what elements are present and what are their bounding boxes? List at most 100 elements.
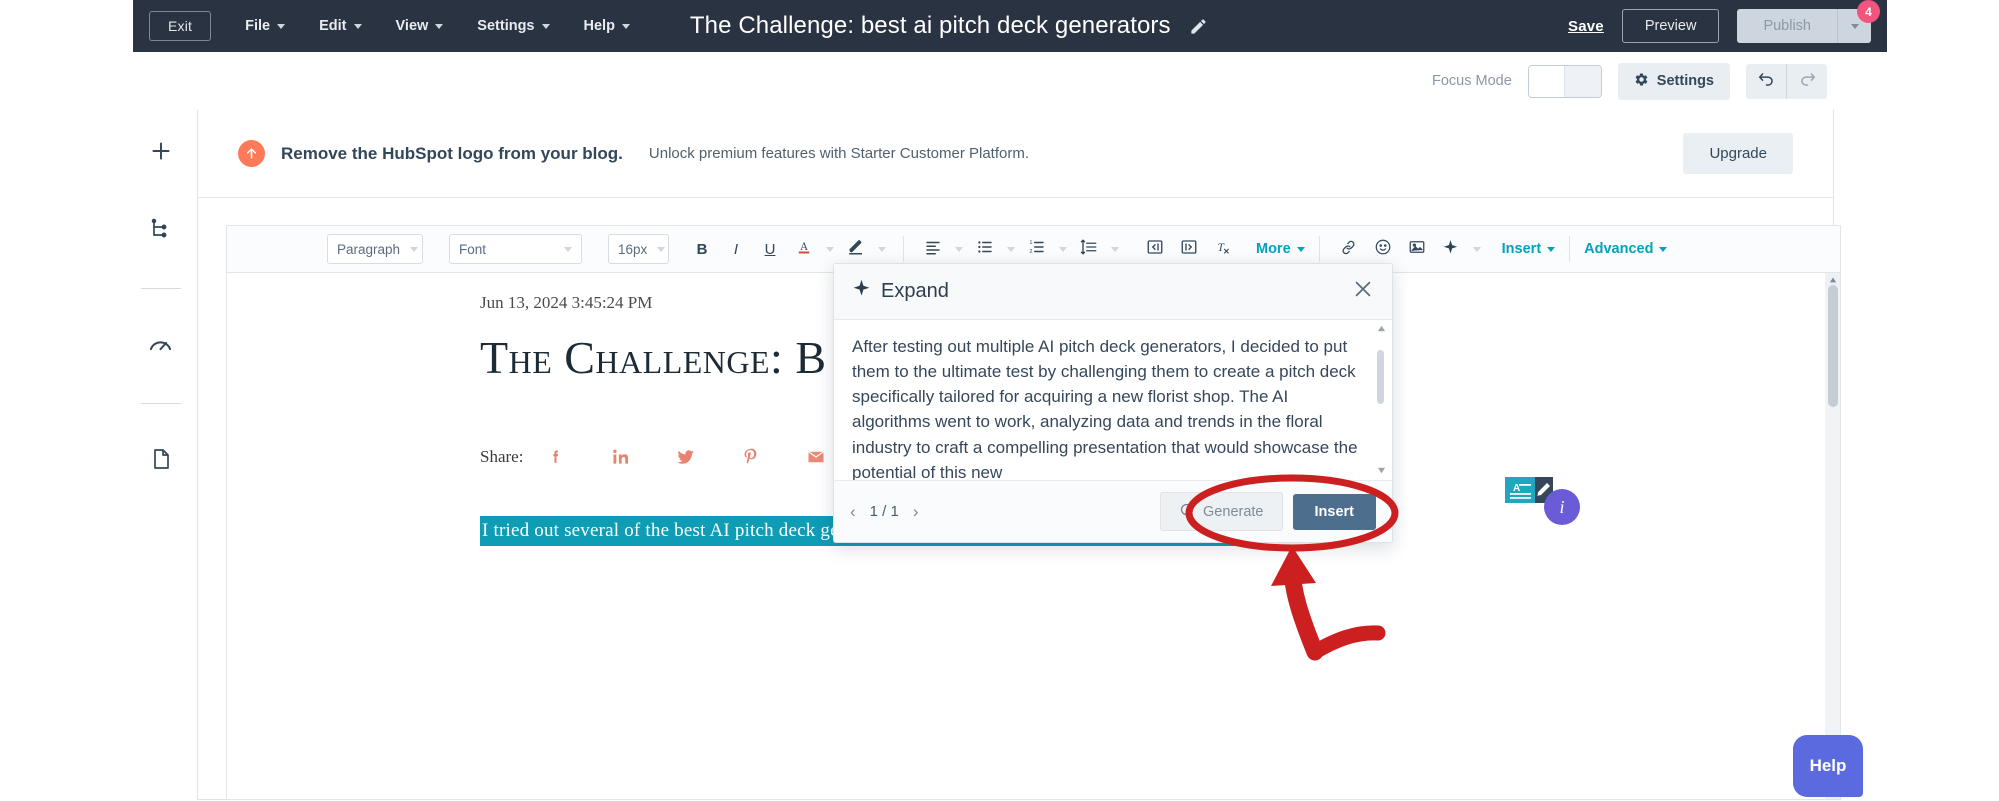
menu-help[interactable]: Help <box>584 18 630 34</box>
text-color-icon: A <box>795 238 813 260</box>
chevron-down-icon <box>1007 246 1015 252</box>
link-icon <box>1340 239 1357 260</box>
close-icon[interactable] <box>1352 278 1374 305</box>
upgrade-button[interactable]: Upgrade <box>1683 133 1793 174</box>
publish-group: Publish 4 <box>1737 0 1880 43</box>
ai-dropdown[interactable] <box>1470 246 1484 252</box>
paragraph-style-value: Paragraph <box>337 241 401 257</box>
align-left-icon <box>924 238 942 260</box>
chevron-down-icon <box>353 23 362 29</box>
settings-button-label: Settings <box>1656 73 1714 89</box>
clear-formatting-button[interactable]: T <box>1208 234 1238 264</box>
exit-button[interactable]: Exit <box>149 11 212 41</box>
ai-button[interactable] <box>1436 234 1466 264</box>
sidebar-item-optimize[interactable] <box>141 325 181 367</box>
bold-icon: B <box>696 240 708 258</box>
insert-button[interactable]: Insert <box>1292 493 1376 530</box>
scrollbar-thumb[interactable] <box>1828 285 1838 407</box>
chevron-down-icon <box>277 23 286 29</box>
chevron-left-icon[interactable]: ‹ <box>850 502 856 522</box>
menu-edit[interactable]: Edit <box>319 18 362 34</box>
outdent-button[interactable] <box>1140 234 1170 264</box>
bulleted-list-dropdown[interactable] <box>1004 246 1018 252</box>
sidebar-item-add[interactable] <box>141 132 181 174</box>
menu-settings-label: Settings <box>477 18 535 34</box>
save-button[interactable]: Save <box>1568 18 1604 35</box>
indent-button[interactable] <box>1174 234 1204 264</box>
align-button[interactable] <box>918 234 948 264</box>
twitter-icon[interactable] <box>653 447 718 467</box>
gear-icon <box>1634 72 1649 91</box>
sidebar-item-structure[interactable] <box>141 210 181 252</box>
popup-scrollbar-thumb[interactable] <box>1377 350 1384 404</box>
publish-button[interactable]: Publish <box>1737 9 1837 43</box>
generated-text[interactable]: After testing out multiple AI pitch deck… <box>852 334 1362 480</box>
numbered-list-icon: 12 <box>1028 238 1046 260</box>
generate-button[interactable]: Generate <box>1160 492 1283 531</box>
notification-badge: 4 <box>1857 0 1880 23</box>
text-color-dropdown[interactable] <box>823 246 837 252</box>
numbered-list-button[interactable]: 12 <box>1022 234 1052 264</box>
image-button[interactable] <box>1402 234 1432 264</box>
ai-sparkle-icon <box>1442 239 1459 260</box>
menu-view-label: View <box>395 18 429 34</box>
share-row: Share: <box>480 446 848 467</box>
link-button[interactable] <box>1334 234 1364 264</box>
sidebar-item-content[interactable] <box>141 440 181 482</box>
chevron-right-icon[interactable]: › <box>913 502 919 522</box>
share-label: Share: <box>480 446 524 466</box>
menu-view[interactable]: View <box>396 18 444 34</box>
popup-scroll-down-icon[interactable] <box>1377 466 1386 478</box>
top-navbar: Exit File Edit View Settings Help The Ch… <box>133 0 1887 52</box>
post-heading[interactable]: The Challenge: B <box>480 331 827 384</box>
redo-button[interactable] <box>1787 64 1827 99</box>
chevron-down-icon <box>564 246 572 252</box>
page-indicator: 1 / 1 <box>869 503 899 520</box>
popup-title: Expand <box>881 280 949 302</box>
info-button[interactable]: i <box>1544 489 1580 525</box>
menu-settings[interactable]: Settings <box>477 18 550 34</box>
line-height-button[interactable] <box>1074 234 1104 264</box>
line-height-icon <box>1080 238 1098 260</box>
focus-mode-toggle[interactable] <box>1527 64 1602 98</box>
help-button[interactable]: Help <box>1793 735 1863 797</box>
advanced-menu-button[interactable]: Advanced <box>1584 241 1668 257</box>
chevron-down-icon <box>621 23 630 29</box>
linkedin-icon[interactable] <box>588 447 653 467</box>
undo-redo-group <box>1746 63 1827 99</box>
chevron-down-icon <box>1472 246 1481 252</box>
document-icon <box>149 447 173 476</box>
align-dropdown[interactable] <box>952 246 966 252</box>
insert-menu-button[interactable]: Insert <box>1502 241 1556 257</box>
hierarchy-icon <box>149 217 173 246</box>
underline-button[interactable]: U <box>755 234 785 264</box>
facebook-icon[interactable] <box>523 446 588 467</box>
font-family-select[interactable]: Font <box>449 234 582 264</box>
italic-button[interactable]: I <box>721 234 751 264</box>
settings-button[interactable]: Settings <box>1617 62 1730 100</box>
text-color-button[interactable]: A <box>789 234 819 264</box>
bulleted-list-icon <box>976 238 994 260</box>
paragraph-style-select[interactable]: Paragraph <box>327 234 423 264</box>
emoji-button[interactable] <box>1368 234 1398 264</box>
svg-text:A: A <box>800 241 809 253</box>
chevron-down-icon <box>1850 23 1859 29</box>
highlight-dropdown[interactable] <box>875 246 889 252</box>
popup-scroll-up-icon[interactable] <box>1377 324 1386 336</box>
pencil-icon[interactable] <box>1189 17 1208 36</box>
menu-file[interactable]: File <box>245 18 286 34</box>
highlight-button[interactable] <box>841 234 871 264</box>
ai-sparkle-icon <box>852 279 871 304</box>
line-height-dropdown[interactable] <box>1108 246 1122 252</box>
bold-button[interactable]: B <box>687 234 717 264</box>
undo-button[interactable] <box>1746 64 1786 99</box>
preview-button[interactable]: Preview <box>1621 9 1720 43</box>
more-button[interactable]: More <box>1256 241 1305 257</box>
pinterest-icon[interactable] <box>718 446 783 467</box>
document-scrollbar[interactable] <box>1825 273 1840 799</box>
numbered-list-dropdown[interactable] <box>1056 246 1070 252</box>
secondary-toolbar: Focus Mode Settings <box>133 52 1887 110</box>
font-size-select[interactable]: 16px <box>608 234 669 264</box>
menu-file-label: File <box>245 18 271 34</box>
bulleted-list-button[interactable] <box>970 234 1000 264</box>
